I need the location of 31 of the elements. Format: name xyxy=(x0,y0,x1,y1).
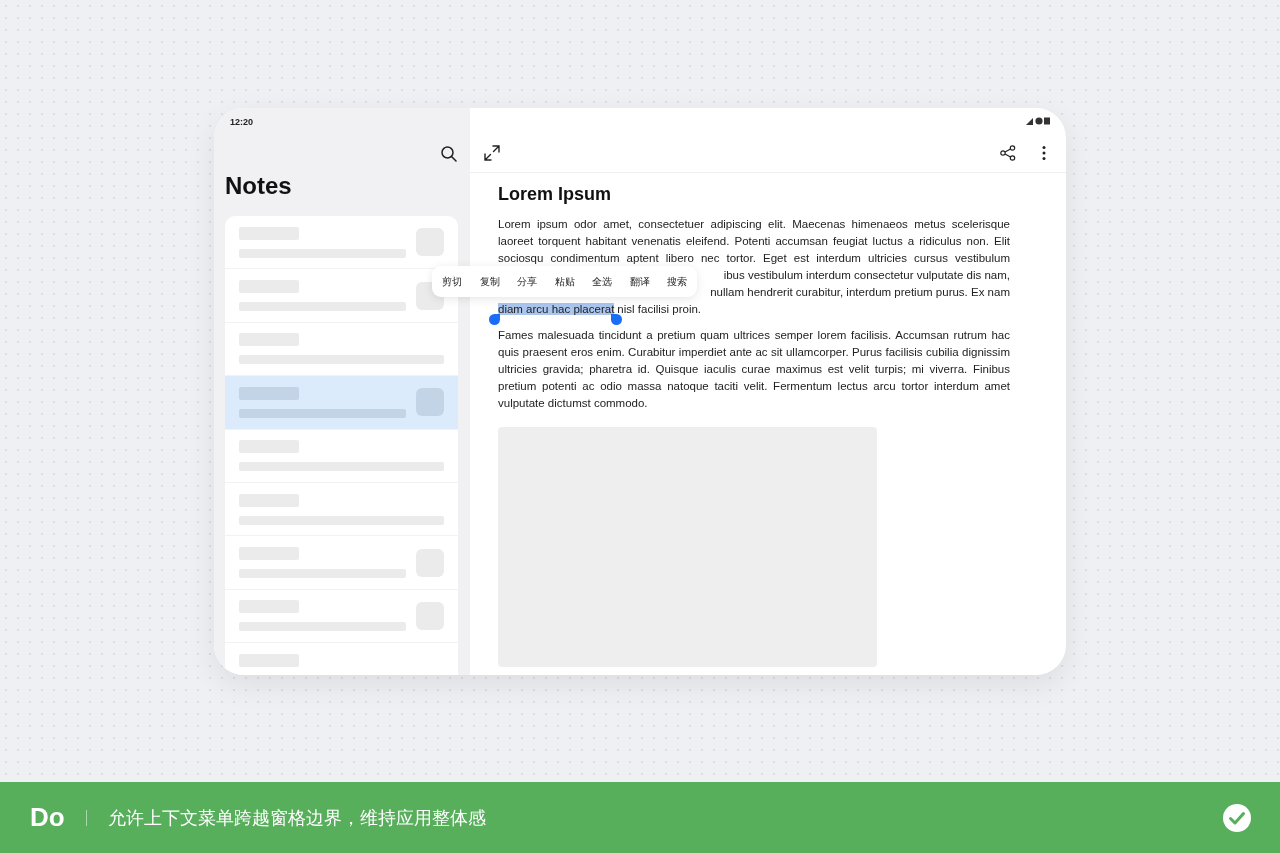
note-item[interactable] xyxy=(225,376,458,430)
menu-item[interactable]: 分享 xyxy=(513,274,541,289)
paragraph-line: sociosqu condimentum aptent libero nec tortor. Eget est interdum ultricies cursus vestibulum xyxy=(498,251,1010,266)
status-time: 12:20 xyxy=(229,116,255,129)
sidebar-title: Notes xyxy=(225,171,293,201)
menu-item[interactable]: 搜索 xyxy=(663,274,691,289)
paragraph: Fames malesuada tincidunt a pretium quam ultrices semper lorem facilisis. Accumsan rutrum hac quis praesent eros enim. Curabitur imperdiet ante ac sit ullamcorper. Purus facilisis cubilia dignissim ultricies gravida; pharetra id. Quisque iaculis curae maximus est velit turpis; mi viverra. Finibus pretium potenti ac odio massa natoque taciti velit. Fermentum lectus arcu tortor interdum amet vulputate dictumst commodo. xyxy=(498,328,1010,411)
menu-item[interactable]: 翻译 xyxy=(625,274,654,289)
paragraph-line: Lorem ipsum odor amet, consectetuer adipiscing elit. Maecenas himenaeos metus scelerisque xyxy=(498,217,1010,232)
do-label: Do xyxy=(30,802,66,833)
paragraph-line: nisl facilisi proin. xyxy=(617,303,702,315)
expand-icon[interactable] xyxy=(484,145,500,161)
guideline-text: 允许上下文菜单跨越窗格边界，维持应用整体感 xyxy=(108,805,487,830)
paragraph-line: ibus vestibulum interdum consectetur vulputate dis nam, xyxy=(723,269,1010,281)
paragraph-line: laoreet torquent habitant venenatis eleifend. Potenti accumsan feugiat luctus a ridiculus non. Elit xyxy=(498,234,1010,249)
share-icon[interactable] xyxy=(1000,145,1016,161)
search-icon[interactable] xyxy=(440,145,458,163)
status-icons xyxy=(1026,117,1050,125)
note-title: Lorem Ipsum xyxy=(498,184,613,206)
menu-item[interactable]: 全选 xyxy=(588,274,616,289)
selected-text[interactable]: diam arcu hac placerat xyxy=(498,303,615,315)
menu-item[interactable]: 复制 xyxy=(475,274,504,289)
selection-handle[interactable] xyxy=(611,314,623,325)
check-icon xyxy=(1222,802,1252,833)
thumbnail-skeleton xyxy=(416,388,444,417)
more-icon[interactable] xyxy=(1042,145,1046,161)
title-skeleton xyxy=(239,386,299,400)
paragraph-line: nullam hendrerit curabitur, interdum pretium purus. Ex nam xyxy=(710,286,1010,298)
menu-item[interactable]: 剪切 xyxy=(438,274,466,289)
selection-handle[interactable] xyxy=(489,314,500,325)
menu-item[interactable]: 粘贴 xyxy=(550,274,579,289)
